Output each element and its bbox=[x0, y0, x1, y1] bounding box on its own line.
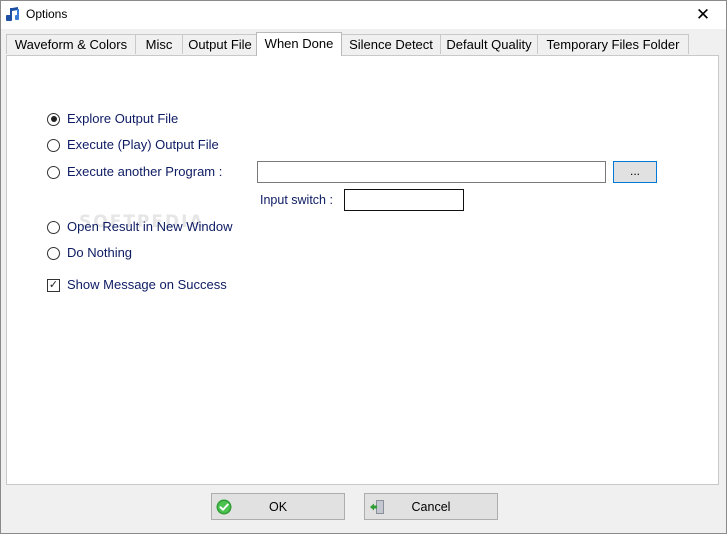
green-check-icon bbox=[216, 499, 232, 515]
do-nothing-label: Do Nothing bbox=[67, 245, 133, 260]
execute-program-label: Execute another Program : bbox=[67, 164, 223, 179]
cancel-button[interactable]: Cancel bbox=[364, 493, 498, 520]
close-icon: ✕ bbox=[695, 5, 711, 24]
tab-waveform-colors[interactable]: Waveform & Colors bbox=[6, 34, 136, 54]
tab-strip: Waveform & Colors Misc Output File When … bbox=[1, 32, 726, 56]
close-button[interactable]: ✕ bbox=[680, 1, 726, 29]
ok-button[interactable]: OK bbox=[211, 493, 345, 520]
show-message-checkbox[interactable]: ✓ Show Message on Success bbox=[47, 276, 227, 294]
explore-output-radio[interactable]: Explore Output File bbox=[47, 110, 178, 128]
checkmark-icon: ✓ bbox=[47, 278, 60, 292]
open-result-radio[interactable]: Open Result in New Window bbox=[47, 218, 232, 236]
window-title: Options bbox=[26, 7, 68, 21]
tab-misc[interactable]: Misc bbox=[135, 34, 183, 54]
radio-icon bbox=[47, 138, 60, 152]
radio-icon bbox=[47, 165, 60, 179]
tab-when-done[interactable]: When Done bbox=[256, 32, 342, 56]
execute-program-radio[interactable]: Execute another Program : bbox=[47, 163, 222, 181]
execute-play-label: Execute (Play) Output File bbox=[67, 137, 219, 152]
explore-output-label: Explore Output File bbox=[67, 111, 179, 126]
tab-temporary-files-folder[interactable]: Temporary Files Folder bbox=[537, 34, 689, 54]
radio-icon bbox=[47, 220, 60, 234]
browse-button[interactable]: ... bbox=[613, 161, 657, 183]
show-message-label: Show Message on Success bbox=[67, 277, 227, 292]
radio-icon bbox=[47, 246, 60, 260]
program-path-input[interactable] bbox=[257, 161, 606, 183]
do-nothing-radio[interactable]: Do Nothing bbox=[47, 244, 132, 262]
tab-default-quality[interactable]: Default Quality bbox=[440, 34, 538, 54]
options-window: Options ✕ Waveform & Colors Misc Output … bbox=[0, 0, 727, 534]
open-result-label: Open Result in New Window bbox=[67, 219, 233, 234]
music-note-icon bbox=[6, 7, 19, 21]
exit-door-icon bbox=[370, 500, 384, 514]
tab-silence-detect[interactable]: Silence Detect bbox=[341, 34, 441, 54]
tab-output-file[interactable]: Output File bbox=[182, 34, 258, 54]
input-switch-label: Input switch : bbox=[260, 193, 333, 207]
execute-play-radio[interactable]: Execute (Play) Output File bbox=[47, 136, 219, 154]
input-switch-field[interactable] bbox=[344, 189, 464, 211]
title-bar: Options ✕ bbox=[1, 1, 726, 29]
radio-selected-icon bbox=[47, 112, 60, 126]
